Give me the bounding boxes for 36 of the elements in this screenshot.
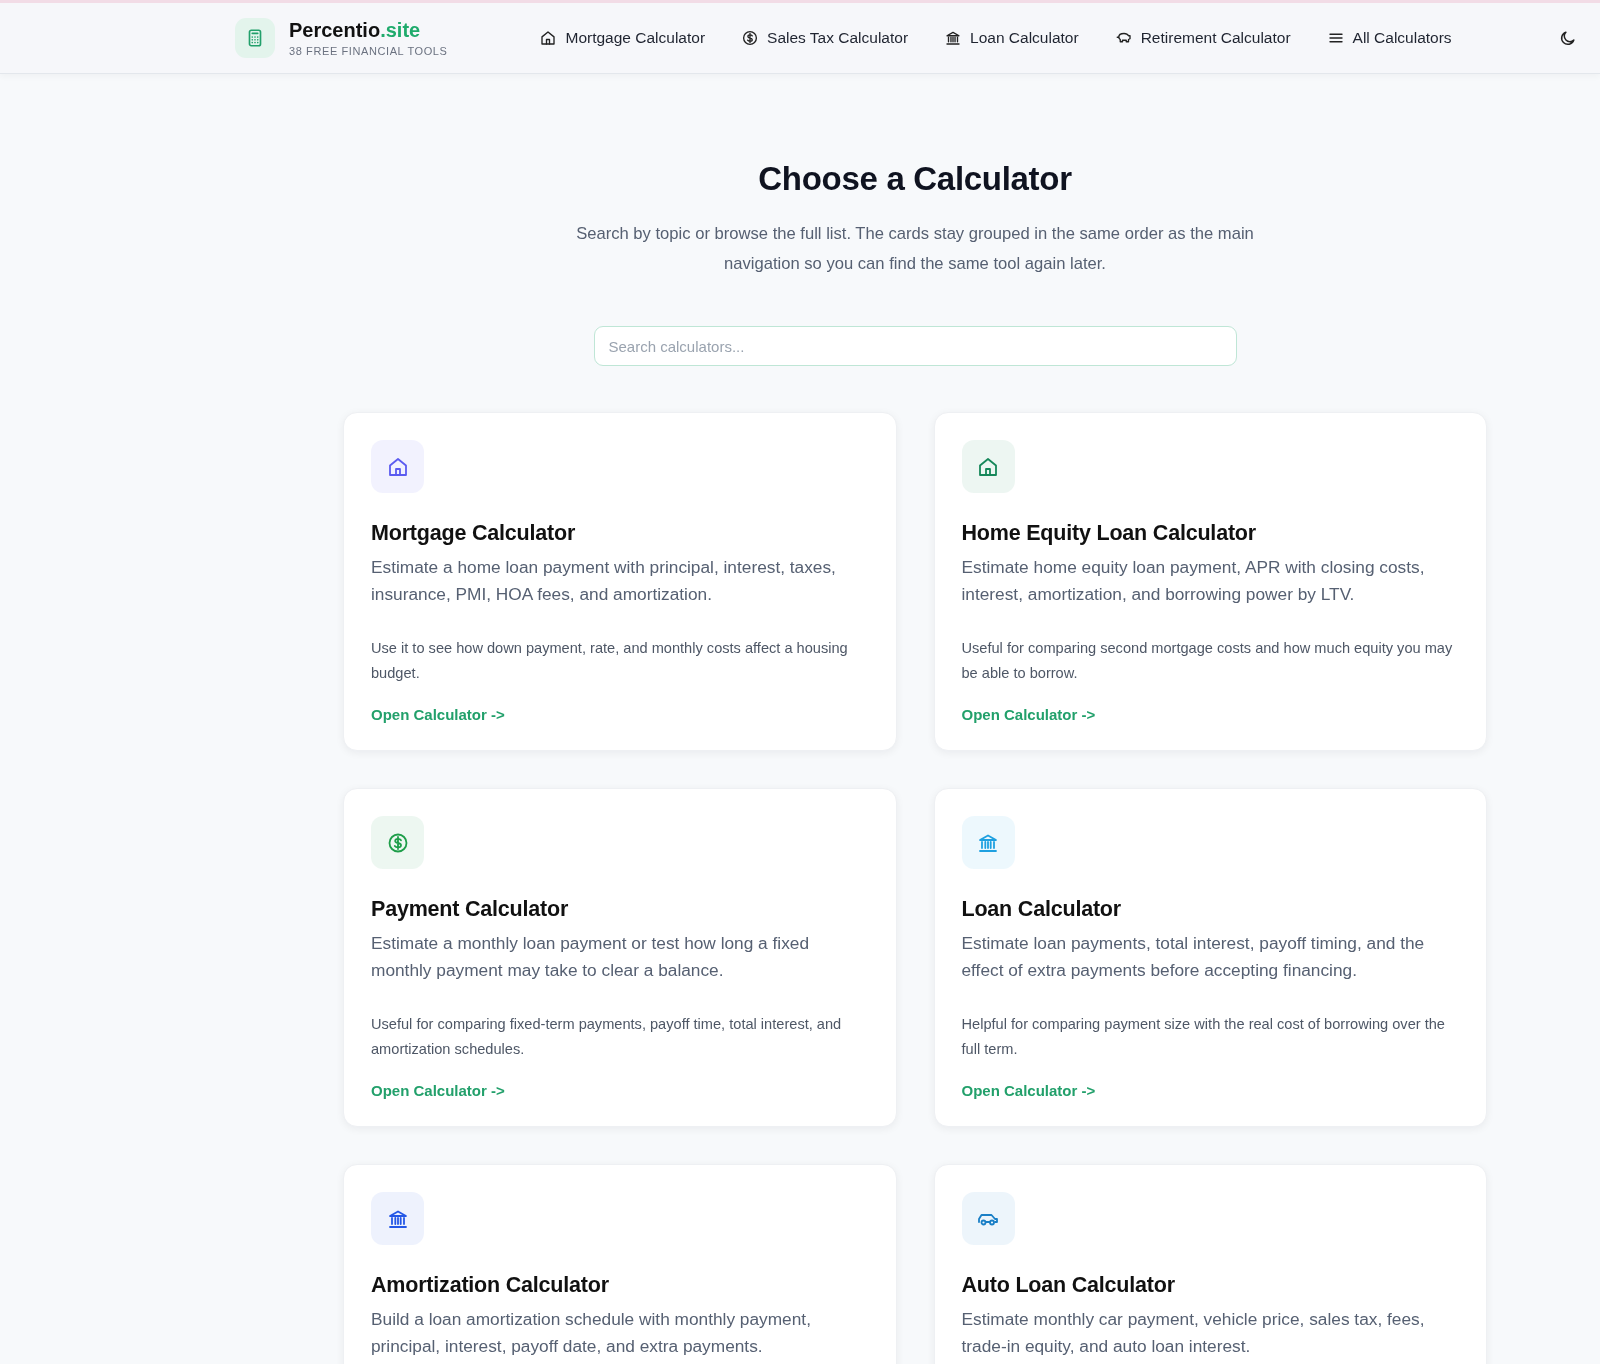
brand-name: Percentio.site bbox=[289, 19, 422, 42]
bank-icon bbox=[944, 29, 963, 47]
card-title: Amortization Calculator bbox=[371, 1273, 610, 1298]
calculator-card[interactable] bbox=[933, 788, 1487, 1127]
house-icon bbox=[539, 29, 558, 47]
nav-link[interactable]: Loan Calculator bbox=[944, 29, 1079, 47]
calculator-card[interactable]: Auto Loan Calculator Estimate monthly car payment, vehicle price, sales tax, fees, trade-in equity, and auto loan interest. bbox=[933, 1164, 1487, 1364]
nav-link[interactable]: Mortgage Calculator bbox=[539, 29, 706, 47]
intro-text: Search by topic or browse the full list. The cards stay grouped in the same order as the main navigation so you can find the same tool again later. bbox=[575, 223, 1255, 275]
card-title: Home Equity Loan Calculator bbox=[961, 521, 1257, 546]
card-title: Auto Loan Calculator bbox=[961, 1273, 1176, 1298]
card-note: Useful for comparing fixed-term payments, payoff time, total interest, and amortization schedules. bbox=[371, 1015, 843, 1059]
page-heading: Choose a Calculator bbox=[758, 160, 1072, 198]
calculator-card[interactable]: Amortization Calculator Build a loan amortization schedule with monthly payment, principal, interest, payoff date, and extra payments. bbox=[343, 1164, 897, 1364]
card-title: Loan Calculator bbox=[961, 897, 1122, 922]
calculator-card[interactable] bbox=[343, 788, 897, 1127]
card-description: Build a loan amortization schedule with monthly payment, principal, interest, payoff date, and extra payments. bbox=[371, 1308, 812, 1358]
card-description: Estimate home equity loan payment, APR with closing costs, interest, amortization, and borrowing power by LTV. bbox=[961, 556, 1426, 606]
card-description: Estimate loan payments, total interest, payoff timing, and the effect of extra payments before accepting financing. bbox=[961, 932, 1426, 982]
calculator-card[interactable] bbox=[343, 412, 897, 751]
nav-link[interactable]: Retirement Calculator bbox=[1114, 29, 1291, 47]
search-field[interactable]: Search calculators... bbox=[593, 326, 1237, 366]
card-description: Estimate a monthly loan payment or test how long a fixed monthly payment may take to clear a balance. bbox=[371, 932, 811, 982]
card-title: Payment Calculator bbox=[371, 897, 570, 922]
dollar-coin-icon bbox=[741, 29, 760, 47]
card-description: Estimate a home loan payment with principal, interest, taxes, insurance, PMI, HOA fees, and amortization. bbox=[371, 556, 837, 606]
card-note: Helpful for comparing payment size with the real cost of borrowing over the full term. bbox=[961, 1015, 1446, 1059]
calculator-card[interactable] bbox=[933, 412, 1487, 751]
nav-link[interactable]: All Calculators bbox=[1326, 29, 1452, 47]
card-title: Mortgage Calculator bbox=[371, 521, 577, 546]
card-description: Estimate monthly car payment, vehicle price, sales tax, fees, trade-in equity, and auto loan interest. bbox=[961, 1308, 1426, 1358]
card-note: Use it to see how down payment, rate, and monthly costs affect a housing budget. bbox=[371, 639, 849, 683]
brand-tagline: 38 FREE FINANCIAL TOOLS bbox=[289, 45, 448, 57]
card-note: Useful for comparing second mortgage costs and how much equity you may be able to borrow. bbox=[961, 639, 1454, 683]
logo-badge[interactable] bbox=[235, 18, 275, 58]
nav-link[interactable]: Sales Tax Calculator bbox=[741, 29, 909, 47]
